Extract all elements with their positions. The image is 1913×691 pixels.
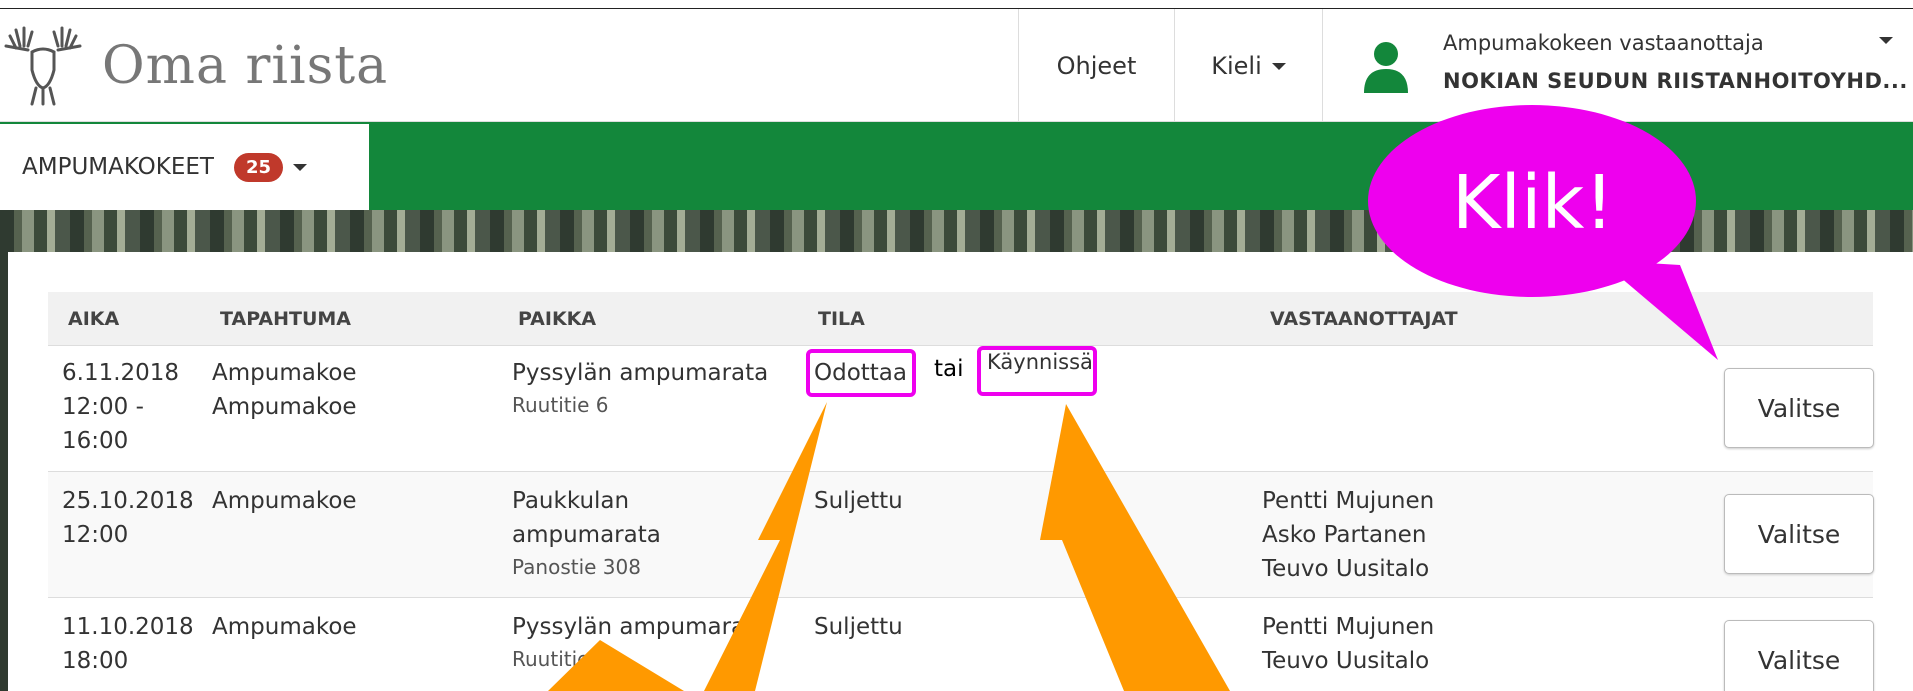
moose-logo-icon xyxy=(4,26,82,106)
user-avatar-icon xyxy=(1364,42,1408,93)
row-officials: Pentti Mujunen Asko Partanen Teuvo Uusit… xyxy=(1262,488,1435,582)
language-dropdown[interactable]: Kieli xyxy=(1174,9,1322,123)
row-time: 11.10.2018 18:00 xyxy=(62,614,194,674)
chevron-down-icon xyxy=(293,163,308,171)
row-event: Ampumakoe Ampumakoe xyxy=(212,360,357,420)
row-place: Pyssylän ampumarata Ruutitie 6 xyxy=(512,360,769,417)
select-button[interactable]: Valitse xyxy=(1724,620,1874,691)
row-time: 25.10.2018 12:00 xyxy=(62,488,194,548)
alt-status-highlight-box: Käynnissä xyxy=(977,346,1097,396)
count-badge: 25 xyxy=(234,152,284,182)
app-name: Oma riista xyxy=(102,36,389,96)
row-event: Ampumakoe xyxy=(212,488,357,514)
tests-menu-dropdown[interactable]: AMPUMAKOKEET 25 xyxy=(0,124,369,210)
status-highlight-box xyxy=(806,349,916,397)
row-place: Paukkulan ampumarata Panostie 308 xyxy=(512,488,661,579)
brand[interactable]: Oma riista xyxy=(0,9,388,123)
row-status: Suljettu xyxy=(814,614,903,640)
language-label: Kieli xyxy=(1211,52,1262,80)
chevron-down-icon xyxy=(1879,37,1893,44)
row-officials: Pentti Mujunen Teuvo Uusitalo xyxy=(1262,614,1435,674)
alt-status-text: Käynnissä xyxy=(987,350,1093,374)
select-button[interactable]: Valitse xyxy=(1724,494,1874,574)
user-role: Ampumakokeen vastaanottaja xyxy=(1443,31,1764,55)
help-link-label: Ohjeet xyxy=(1056,52,1137,80)
row-place: Pyssylän ampumarata Ruutitie 6 xyxy=(512,614,769,671)
help-link[interactable]: Ohjeet xyxy=(1018,9,1174,123)
tests-panel: AIKA TAPAHTUMA PAIKKA TILA VASTAANOTTAJA… xyxy=(8,252,1913,691)
column-header-aika: AIKA xyxy=(68,308,120,330)
table-row: 25.10.2018 12:00 Ampumakoe Paukkulan amp… xyxy=(48,472,1874,598)
column-header-vastaanottajat: VASTAANOTTAJAT xyxy=(1270,308,1458,330)
table-row: 11.10.2018 18:00 Ampumakoe Pyssylän ampu… xyxy=(48,598,1874,691)
bubble-text: Klik! xyxy=(1451,160,1615,246)
tests-menu-label: AMPUMAKOKEET xyxy=(22,154,214,180)
or-text: tai xyxy=(934,356,964,382)
user-organization: NOKIAN SEUDUN RIISTANHOITOYHD... xyxy=(1443,69,1908,93)
row-status: Suljettu xyxy=(814,488,903,514)
column-header-paikka: PAIKKA xyxy=(518,308,597,330)
column-header-tila: TILA xyxy=(818,308,865,330)
select-button[interactable]: Valitse xyxy=(1724,368,1874,448)
column-header-tapahtuma: TAPAHTUMA xyxy=(220,308,351,330)
top-navbar: Oma riista Ohjeet Kieli Ampumakokeen vas… xyxy=(0,8,1913,123)
chevron-down-icon xyxy=(1271,62,1286,70)
row-event: Ampumakoe xyxy=(212,614,357,640)
row-time: 6.11.2018 12:00 - 16:00 xyxy=(62,360,180,454)
table-header: AIKA TAPAHTUMA PAIKKA TILA VASTAANOTTAJA… xyxy=(48,292,1873,346)
user-menu[interactable]: Ampumakokeen vastaanottaja NOKIAN SEUDUN… xyxy=(1322,9,1913,123)
